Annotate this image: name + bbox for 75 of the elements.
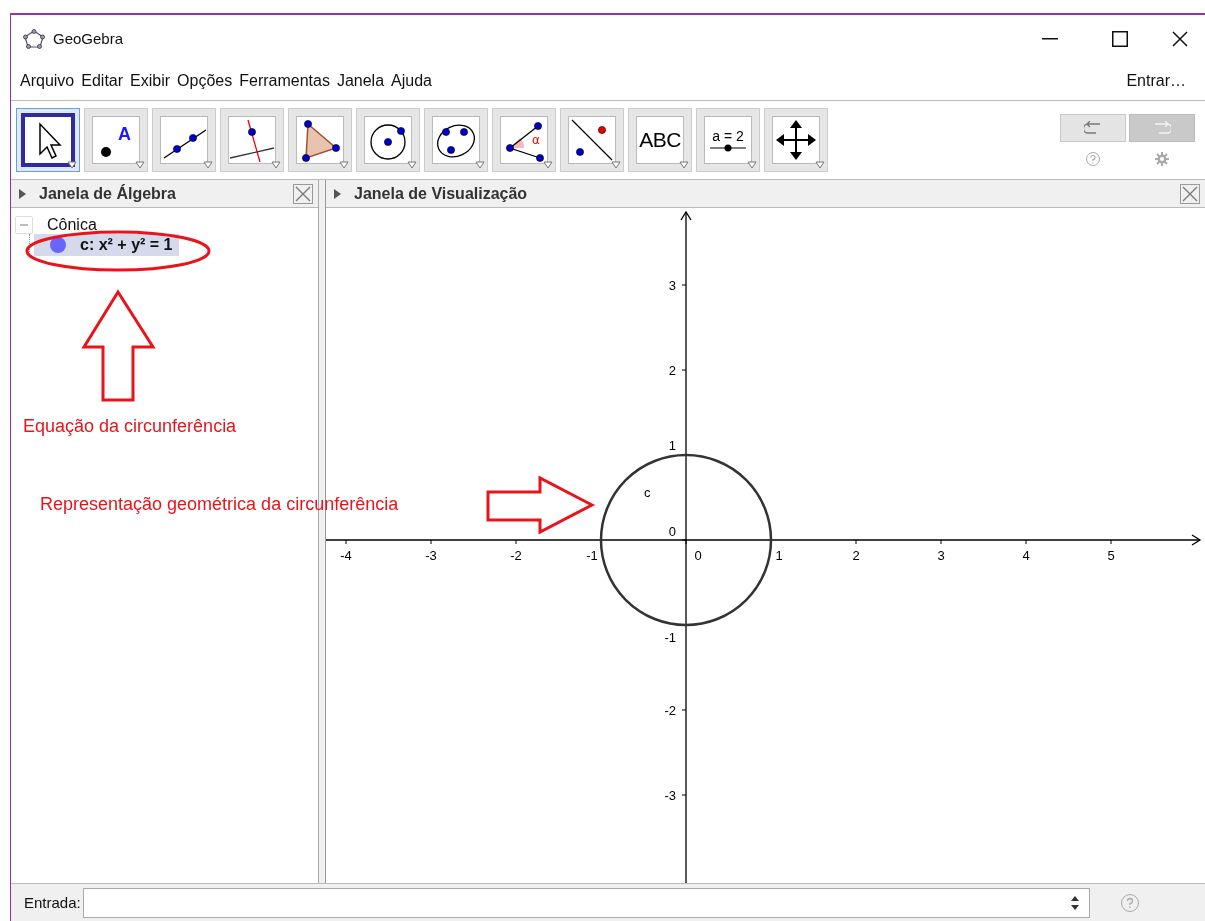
dropdown-triangle-icon [747, 161, 757, 169]
color-dot[interactable] [50, 237, 66, 253]
dropdown-triangle-icon [679, 161, 689, 169]
menu-item[interactable]: Janela [333, 72, 388, 90]
axis-label: -2 [664, 703, 676, 718]
maximize-icon[interactable] [1112, 30, 1128, 47]
expand-triangle-icon[interactable] [334, 188, 342, 199]
axis-label: -3 [664, 788, 676, 803]
input-field[interactable] [82, 887, 1090, 918]
axis-label: -4 [340, 548, 352, 563]
menu-item[interactable]: Opções [174, 72, 236, 90]
dropdown-triangle-icon [475, 161, 485, 169]
annotation-note: Equação da circunferência [23, 416, 237, 437]
axis-label: 4 [1022, 548, 1030, 563]
slider-icon [709, 144, 747, 152]
tool-button[interactable] [152, 108, 216, 172]
dropdown-triangle-icon [611, 161, 621, 169]
axis-label: 1 [668, 438, 676, 453]
spinner-icon[interactable] [1070, 895, 1079, 910]
menu-item[interactable]: Ferramentas [236, 72, 333, 90]
expand-triangle-icon[interactable] [19, 188, 27, 199]
undo-icon [1084, 120, 1102, 135]
dropdown-triangle-icon [407, 161, 417, 169]
tool-button[interactable]: ABC [628, 108, 692, 172]
axis-label: -2 [510, 548, 522, 563]
axis-label: -1 [586, 548, 598, 563]
dropdown-triangle-icon [543, 161, 553, 169]
algebra-item[interactable]: c: x² + y² = 1 [34, 234, 179, 256]
axis-label: 2 [668, 363, 676, 378]
tool-button[interactable] [220, 108, 284, 172]
dropdown-triangle-icon [271, 161, 281, 169]
undo-button[interactable] [1060, 113, 1126, 142]
menu-item[interactable]: Ajuda [388, 72, 435, 90]
dropdown-triangle-icon [67, 161, 77, 169]
minimize-icon[interactable] [1042, 37, 1058, 40]
tool-button[interactable]: α [492, 108, 556, 172]
tool-button[interactable] [288, 108, 352, 172]
group-label[interactable]: Cônica [47, 216, 97, 234]
axis-label: 2 [852, 548, 860, 563]
tool-button[interactable] [764, 108, 828, 172]
dropdown-triangle-icon [815, 161, 825, 169]
dropdown-triangle-icon [203, 161, 213, 169]
object-label: c [644, 485, 651, 500]
menu-item[interactable]: Editar [78, 72, 127, 90]
axis-label: 0 [668, 524, 676, 539]
tool-button[interactable] [424, 108, 488, 172]
panel-title: Janela de Álgebra [39, 184, 176, 203]
close-icon[interactable] [1172, 30, 1188, 47]
dropdown-triangle-icon [135, 161, 145, 169]
sign-in-link[interactable]: Entrar… [1123, 72, 1189, 90]
tool-button[interactable] [16, 108, 80, 172]
tool-button[interactable] [356, 108, 420, 172]
axis-label: -3 [425, 548, 437, 563]
input-label: Entrada: [24, 894, 81, 911]
dropdown-triangle-icon [339, 161, 349, 169]
axis-label: 3 [937, 548, 945, 563]
collapse-toggle[interactable] [15, 216, 33, 234]
reflect-line-icon [570, 118, 614, 162]
axis-label: 3 [668, 278, 676, 293]
menu-item[interactable]: Exibir [127, 72, 174, 90]
menu-item[interactable]: Arquivo [17, 72, 78, 90]
move-arrows-icon [774, 118, 818, 162]
tool-button[interactable] [560, 108, 624, 172]
axis-label: 1 [775, 548, 783, 563]
axis-label: 5 [1107, 548, 1115, 563]
annotation-note: Representação geométrica da circunferência [40, 494, 399, 515]
pentagon-app-icon [23, 28, 45, 49]
axis-label: -1 [664, 630, 676, 645]
panel-title: Janela de Visualização [354, 184, 528, 203]
axis-label: 0 [694, 548, 702, 563]
tool-button[interactable]: A [84, 108, 148, 172]
tool-button[interactable]: a = 2 [696, 108, 760, 172]
window-title: GeoGebra [53, 30, 124, 47]
redo-icon [1153, 120, 1171, 135]
perpendicular-line-icon [230, 118, 274, 162]
